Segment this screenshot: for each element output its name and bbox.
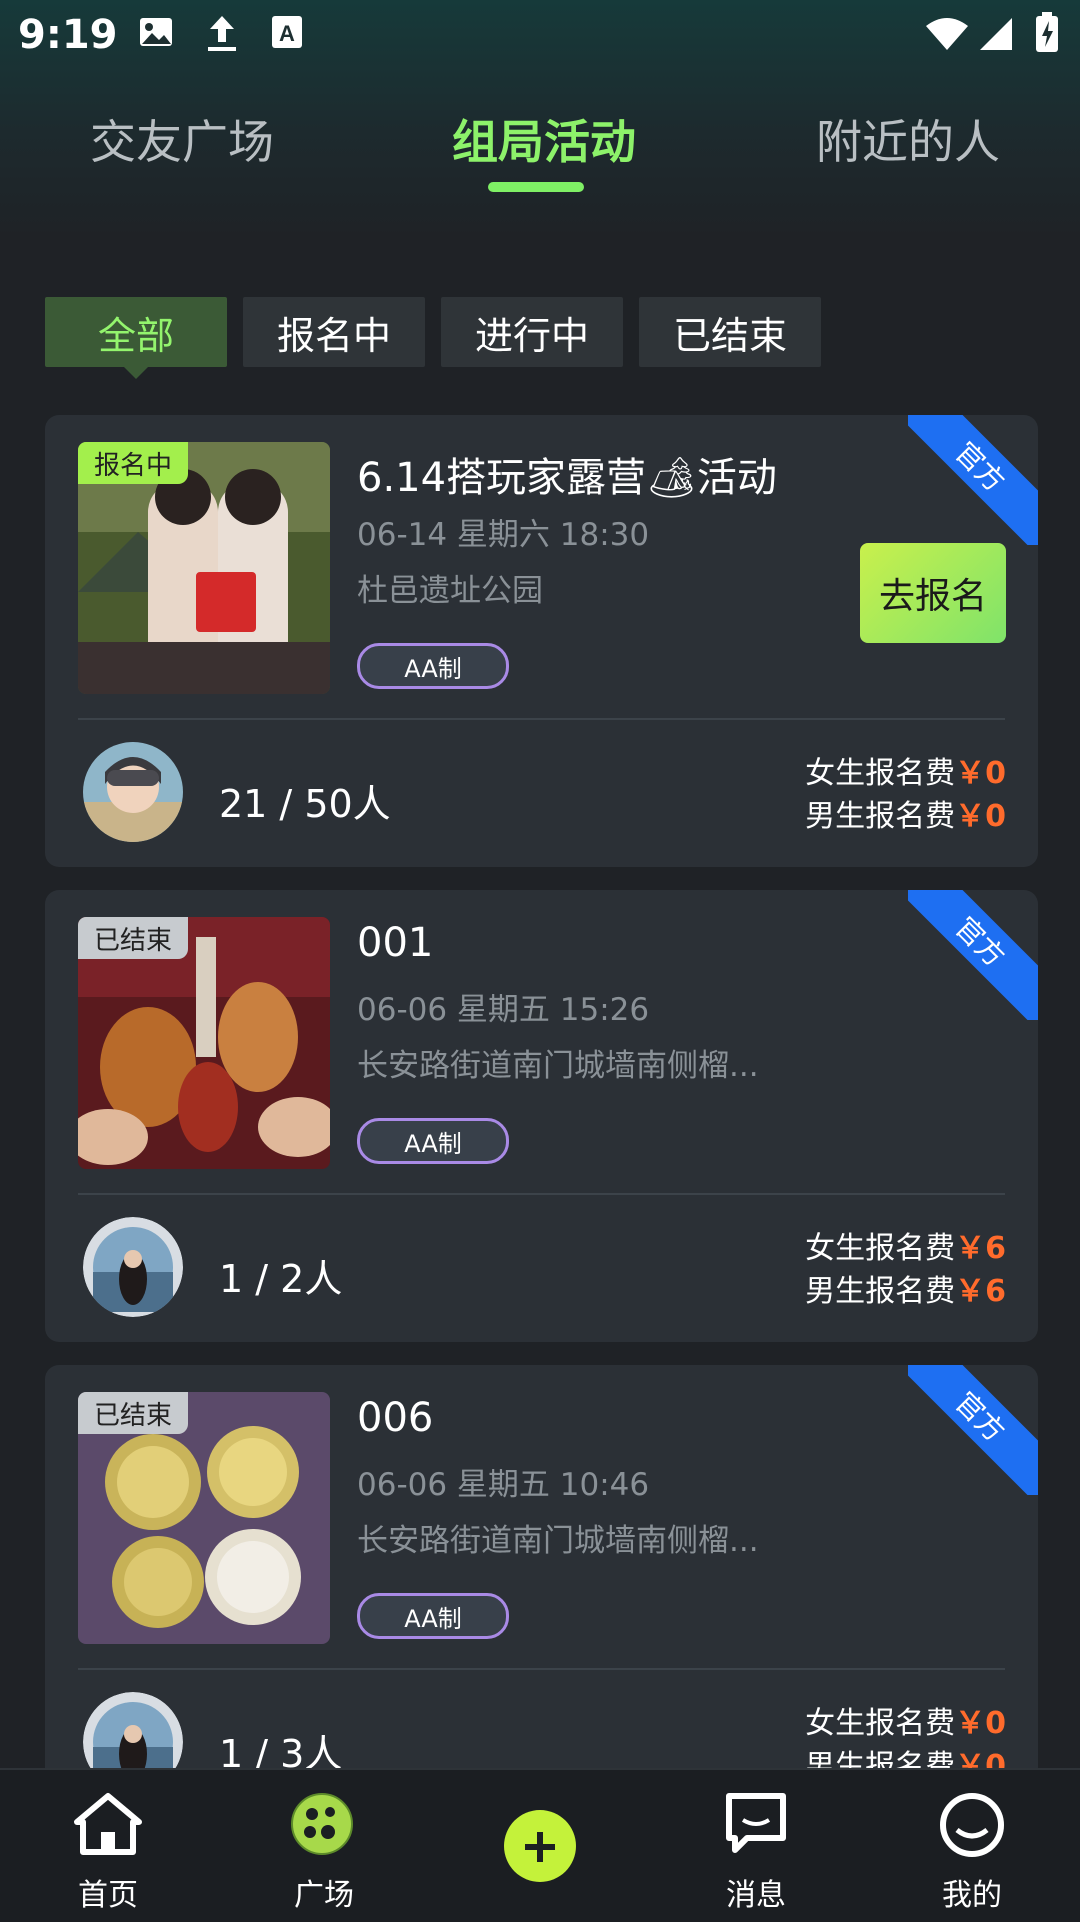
signal-icon bbox=[978, 16, 1014, 56]
male-fee-price: ￥6 bbox=[955, 1274, 1006, 1309]
status-tag: 报名中 bbox=[78, 442, 189, 484]
text-icon: A bbox=[270, 14, 304, 54]
activity-time: 06-06 星期五 10:46 bbox=[357, 1467, 650, 1503]
nav-plaza[interactable]: 广场 bbox=[216, 1770, 432, 1922]
nav-home[interactable]: 首页 bbox=[0, 1770, 216, 1922]
participant-count: 1 / 2人 bbox=[219, 1257, 343, 1301]
card-divider bbox=[78, 718, 1005, 720]
organizer-avatar[interactable] bbox=[83, 742, 183, 842]
activity-location: 长安路街道南门城墙南侧榴... bbox=[357, 1523, 759, 1559]
create-activity-button[interactable] bbox=[504, 1810, 576, 1882]
activity-thumbnail: 报名中 bbox=[78, 442, 330, 694]
female-fee-price: ￥0 bbox=[955, 1706, 1006, 1741]
female-fee: 女生报名费￥0 bbox=[805, 756, 1006, 791]
profile-icon bbox=[939, 1792, 1005, 1862]
plaza-icon bbox=[288, 1792, 360, 1860]
male-fee-price: ￥0 bbox=[955, 799, 1006, 834]
status-time: 9:19 bbox=[18, 12, 118, 58]
activity-title: 006 bbox=[357, 1395, 434, 1441]
card-divider bbox=[78, 1668, 1005, 1670]
filter-ended[interactable]: 已结束 bbox=[639, 297, 821, 367]
participant-count: 21 / 50人 bbox=[219, 782, 391, 826]
activity-thumbnail: 已结束 bbox=[78, 917, 330, 1169]
filter-in-progress[interactable]: 进行中 bbox=[441, 297, 623, 367]
female-fee: 女生报名费￥0 bbox=[805, 1706, 1006, 1741]
tab-friend-plaza[interactable]: 交友广场 bbox=[90, 106, 274, 172]
activity-thumbnail: 已结束 bbox=[78, 1392, 330, 1644]
tab-nearby-people[interactable]: 附近的人 bbox=[816, 106, 1000, 172]
activity-card[interactable]: 官方 报名中 6.14搭玩家露营🏕活动 06-14 星期六 18:30 杜邑遗址… bbox=[45, 415, 1038, 867]
official-ribbon: 官方 bbox=[908, 890, 1038, 1020]
payment-type-badge: AA制 bbox=[357, 1593, 509, 1639]
female-fee-price: ￥0 bbox=[955, 756, 1006, 791]
activity-title: 6.14搭玩家露营🏕活动 bbox=[357, 455, 777, 501]
nav-profile[interactable]: 我的 bbox=[864, 1770, 1080, 1922]
filter-all[interactable]: 全部 bbox=[45, 297, 227, 367]
female-fee: 女生报名费￥6 bbox=[805, 1231, 1006, 1266]
payment-type-badge: AA制 bbox=[357, 643, 509, 689]
card-divider bbox=[78, 1193, 1005, 1195]
activity-card[interactable]: 官方 已结束 006 06-06 星期五 10:46 长安路街道南门城墙南侧榴.… bbox=[45, 1365, 1038, 1817]
official-ribbon: 官方 bbox=[908, 1365, 1038, 1495]
plus-icon bbox=[523, 1818, 557, 1874]
payment-type-badge: AA制 bbox=[357, 1118, 509, 1164]
female-fee-price: ￥6 bbox=[955, 1231, 1006, 1266]
activity-location: 杜邑遗址公园 bbox=[357, 573, 543, 609]
wifi-icon bbox=[924, 16, 970, 56]
status-tag: 已结束 bbox=[78, 917, 189, 959]
male-fee: 男生报名费￥0 bbox=[805, 799, 1006, 834]
official-ribbon: 官方 bbox=[908, 415, 1038, 545]
home-icon bbox=[73, 1792, 143, 1860]
svg-text:A: A bbox=[279, 21, 295, 46]
bottom-navigation: 首页 广场 消息 我的 bbox=[0, 1768, 1080, 1922]
gallery-icon bbox=[138, 14, 174, 54]
organizer-avatar[interactable] bbox=[83, 1217, 183, 1317]
male-fee: 男生报名费￥6 bbox=[805, 1274, 1006, 1309]
filter-registering[interactable]: 报名中 bbox=[243, 297, 425, 367]
activity-card[interactable]: 官方 已结束 001 06-06 星期五 15:26 长安路街道南门城墙南侧榴.… bbox=[45, 890, 1038, 1342]
battery-icon bbox=[1034, 12, 1060, 58]
tab-group-activities[interactable]: 组局活动 bbox=[452, 106, 636, 172]
register-button[interactable]: 去报名 bbox=[860, 543, 1006, 643]
status-tag: 已结束 bbox=[78, 1392, 189, 1434]
active-tab-indicator bbox=[488, 182, 584, 192]
nav-messages[interactable]: 消息 bbox=[648, 1770, 864, 1922]
active-filter-pointer bbox=[122, 365, 150, 379]
activity-time: 06-14 星期六 18:30 bbox=[357, 517, 650, 553]
upload-icon bbox=[204, 14, 240, 58]
message-icon bbox=[723, 1792, 789, 1858]
status-bar: 9:19 A bbox=[0, 0, 1080, 70]
activity-time: 06-06 星期五 15:26 bbox=[357, 992, 650, 1028]
activity-location: 长安路街道南门城墙南侧榴... bbox=[357, 1048, 759, 1084]
activity-title: 001 bbox=[357, 920, 434, 966]
